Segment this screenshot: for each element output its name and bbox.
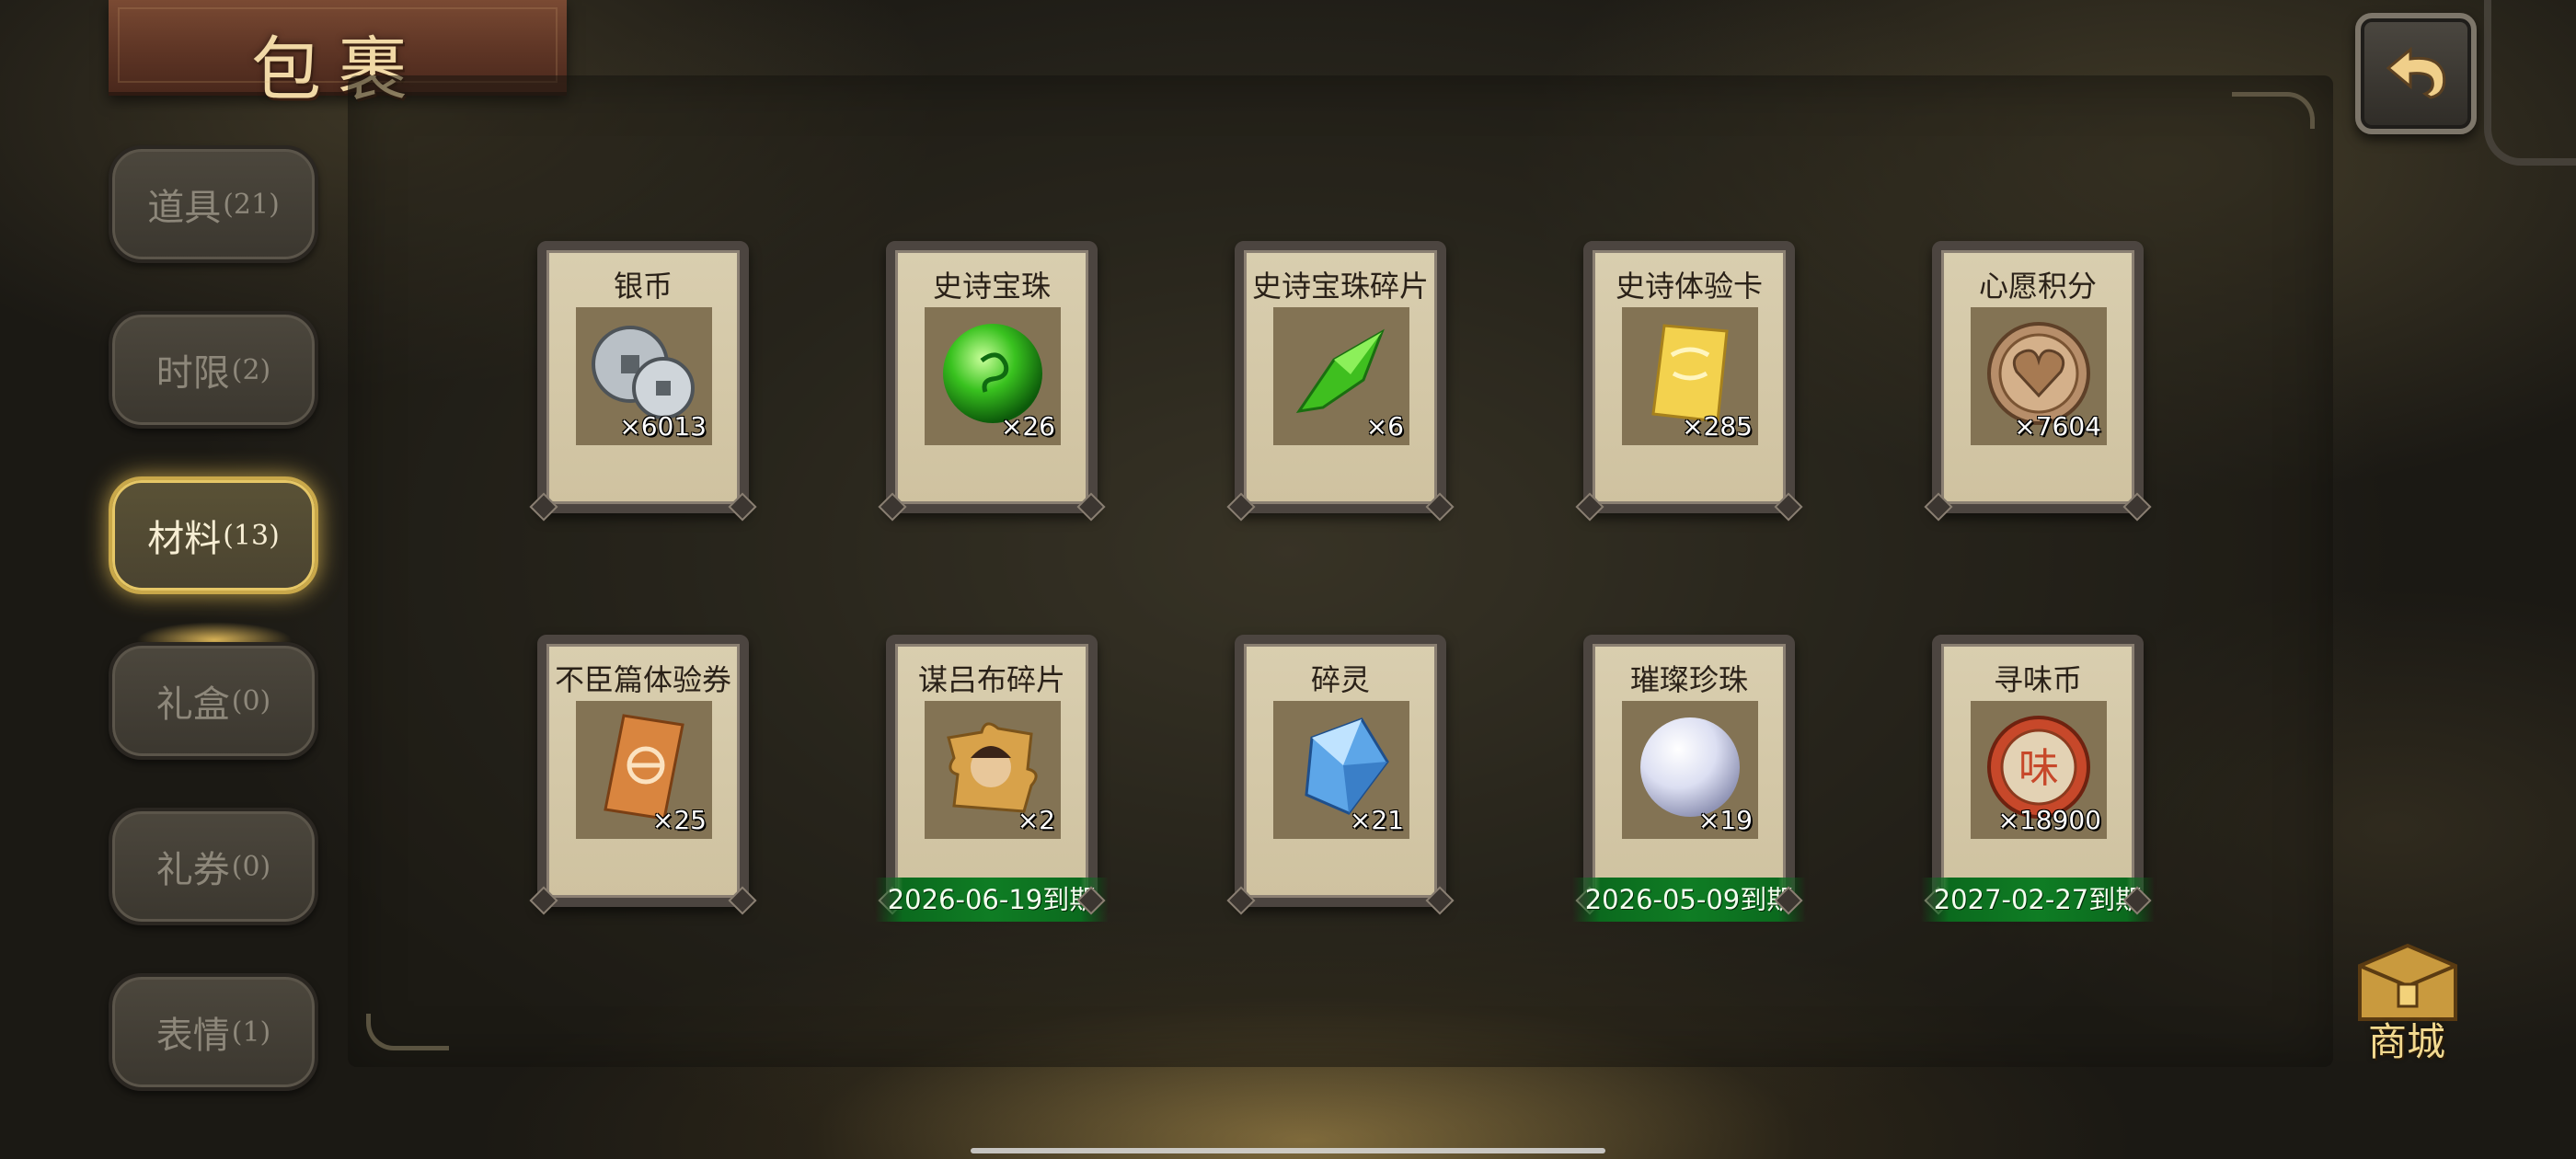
tab-count: (13) xyxy=(223,519,280,552)
item-card-lubu-fragment[interactable]: 谋吕布碎片 ×2 2026-06-19到期 xyxy=(875,635,1109,922)
item-quantity: ×285 xyxy=(1682,411,1753,442)
item-icon-slot: ×6013 xyxy=(576,307,712,445)
item-icon-slot: ×6 xyxy=(1273,307,1409,445)
item-icon-slot: ×19 xyxy=(1622,701,1758,839)
item-name: 史诗宝珠 xyxy=(932,269,1051,304)
expiry-banner: 2027-02-27到期 xyxy=(1921,878,2155,922)
tab-label: 道具 xyxy=(147,187,222,229)
item-quantity: ×7604 xyxy=(2014,411,2101,442)
item-name: 寻味币 xyxy=(1993,662,2082,697)
tab-emotes[interactable]: 表情 (1) xyxy=(109,973,318,1091)
tab-count: (1) xyxy=(231,1016,271,1049)
item-quantity: ×6013 xyxy=(619,411,707,442)
item-icon-slot: ×21 xyxy=(1273,701,1409,839)
item-card-wish-points[interactable]: 心愿积分 ×7604 xyxy=(1932,241,2144,513)
home-indicator xyxy=(971,1148,1605,1153)
expiry-banner: 2026-05-09到期 xyxy=(1572,878,1806,922)
corner-ornament xyxy=(2232,92,2315,129)
tab-label: 材料 xyxy=(147,518,222,560)
item-icon-slot: ×7604 xyxy=(1971,307,2107,445)
back-button[interactable] xyxy=(2355,13,2477,134)
item-name: 史诗体验卡 xyxy=(1615,269,1763,304)
shop-button[interactable]: 商城 xyxy=(2337,935,2477,1073)
item-icon-slot: ×2 xyxy=(925,701,1061,839)
tab-vouchers[interactable]: 礼券 (0) xyxy=(109,808,318,925)
item-quantity: ×2 xyxy=(1017,805,1055,835)
svg-text:味: 味 xyxy=(2018,745,2059,792)
item-name: 谋吕布碎片 xyxy=(917,662,1065,697)
tab-count: (2) xyxy=(231,353,271,386)
item-card-brilliant-pearl[interactable]: 璀璨珍珠 ×19 2026-05-09到期 xyxy=(1572,635,1806,922)
item-quantity: ×19 xyxy=(1697,805,1753,835)
item-quantity: ×25 xyxy=(651,805,707,835)
item-quantity: ×21 xyxy=(1349,805,1404,835)
tab-label: 礼盒 xyxy=(155,683,230,726)
item-name: 史诗宝珠碎片 xyxy=(1251,269,1429,304)
item-icon-slot: 味 ×18900 xyxy=(1971,701,2107,839)
shop-label: 商城 xyxy=(2367,1019,2445,1064)
item-card-trial-ticket[interactable]: 不臣篇体验券 ×25 xyxy=(537,635,749,907)
item-card-silver-coin[interactable]: 银币 ×6013 xyxy=(537,241,749,513)
tab-gift-box[interactable]: 礼盒 (0) xyxy=(109,642,318,760)
item-name: 心愿积分 xyxy=(1978,269,2097,304)
corner-ornament xyxy=(366,1014,449,1050)
item-icon-slot: ×26 xyxy=(925,307,1061,445)
item-name: 银币 xyxy=(613,269,673,304)
tab-count: (0) xyxy=(231,684,271,717)
item-quantity: ×6 xyxy=(1365,411,1404,442)
expiry-banner: 2026-06-19到期 xyxy=(875,878,1109,922)
green-shard-icon xyxy=(1295,328,1385,414)
item-icon-slot: ×25 xyxy=(576,701,712,839)
item-card-epic-orb[interactable]: 史诗宝珠 ×26 xyxy=(886,241,1098,513)
item-name: 璀璨珍珠 xyxy=(1629,662,1748,697)
item-quantity: ×18900 xyxy=(1997,805,2101,835)
tab-label: 时限 xyxy=(155,352,230,395)
tab-count: (0) xyxy=(231,850,271,883)
item-card-spirit-shard[interactable]: 碎灵 ×21 xyxy=(1235,635,1446,907)
item-quantity: ×26 xyxy=(1000,411,1055,442)
item-name: 碎灵 xyxy=(1310,662,1370,697)
item-card-epic-trial-card[interactable]: 史诗体验卡 ×285 xyxy=(1583,241,1795,513)
frame-ornament xyxy=(2484,0,2576,166)
tab-materials[interactable]: 材料 (13) xyxy=(109,476,318,594)
item-card-taste-coin[interactable]: 寻味币 味 ×18900 2027-02-27到期 xyxy=(1921,635,2155,922)
tab-count: (21) xyxy=(223,188,280,221)
item-card-epic-orb-fragment[interactable]: 史诗宝珠碎片 ×6 xyxy=(1235,241,1446,513)
tab-label: 礼券 xyxy=(155,849,230,891)
back-arrow-icon xyxy=(2386,46,2446,99)
tab-timed[interactable]: 时限 (2) xyxy=(109,311,318,429)
item-icon-slot: ×285 xyxy=(1622,307,1758,445)
tab-items[interactable]: 道具 (21) xyxy=(109,145,318,263)
tab-label: 表情 xyxy=(155,1015,230,1057)
item-name: 不臣篇体验券 xyxy=(554,662,731,697)
